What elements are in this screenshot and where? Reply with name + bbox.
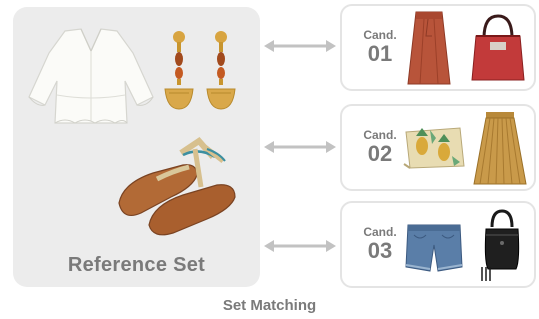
candidate-card-01: Cand. 01: [340, 4, 536, 91]
double-arrow-icon: [264, 141, 336, 153]
candidate-word: Cand.: [363, 28, 397, 42]
white-blouse-image: [28, 28, 154, 124]
candidate-number: 02: [367, 141, 393, 166]
candidate-number: 03: [367, 238, 393, 263]
candidate-word: Cand.: [363, 225, 397, 239]
set-matching-caption: Set Matching: [222, 297, 317, 314]
candidate-label: Cand. 03: [356, 225, 404, 263]
rust-skirt-image: [407, 11, 451, 85]
reference-set-title: Reference Set: [67, 254, 206, 276]
black-backpack-image: [481, 209, 520, 281]
candidate-label: Cand. 02: [356, 128, 404, 166]
denim-shorts-image: [405, 224, 463, 272]
candidate-number: 01: [367, 41, 393, 66]
earrings-image: [164, 31, 236, 110]
candidate-label: Cand. 01: [356, 28, 404, 66]
double-arrow-icon: [264, 40, 336, 52]
red-tote-bag-image: [471, 14, 525, 81]
candidate-card-03: Cand. 03: [340, 201, 536, 288]
sandals-image: [118, 137, 236, 236]
candidate-word: Cand.: [363, 128, 397, 142]
reference-set-panel: Reference Set: [13, 7, 260, 287]
pineapple-clutch-image: [403, 127, 465, 169]
double-arrow-icon: [264, 240, 336, 252]
candidate-card-02: Cand. 02: [340, 104, 536, 191]
mustard-pleated-skirt-image: [473, 112, 527, 185]
